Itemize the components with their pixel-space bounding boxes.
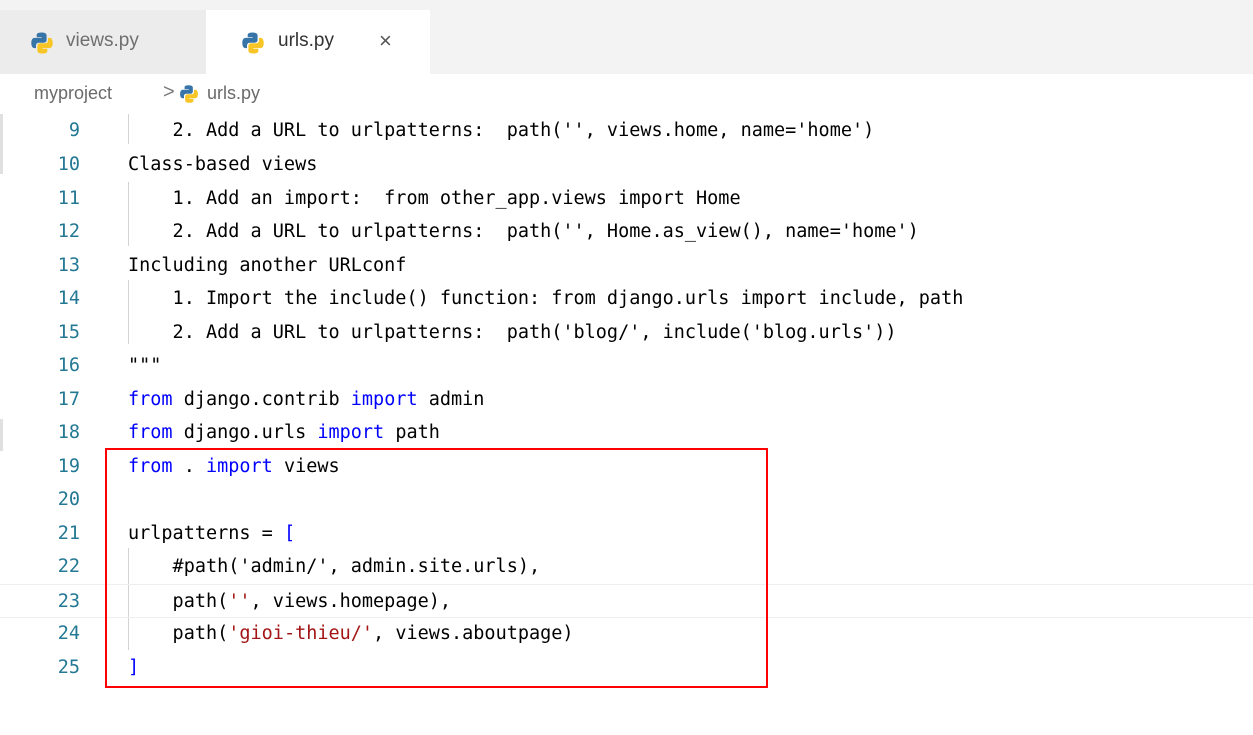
line-number: 10	[57, 154, 80, 175]
python-file-icon	[180, 85, 198, 103]
line-number: 14	[57, 288, 80, 309]
keyword-token: from	[128, 389, 173, 410]
code-line: 15 2. Add a URL to urlpatterns: path('bl…	[0, 316, 1253, 350]
line-number: 25	[57, 657, 80, 678]
tab-urls-py[interactable]: urls.py ×	[206, 10, 430, 74]
keyword-token: import	[317, 422, 385, 443]
line-text: Including another URLconf	[128, 255, 407, 276]
line-text: from django.contrib import admin	[128, 389, 484, 410]
tab-label: urls.py	[278, 30, 334, 51]
line-number: 17	[57, 389, 80, 410]
line-text: 2. Add a URL to urlpatterns: path('', Ho…	[128, 221, 919, 242]
highlight-annotation-box	[105, 448, 768, 688]
line-number: 23	[57, 591, 80, 612]
code-token: admin	[417, 389, 485, 410]
code-line: 18 from django.urls import path	[0, 416, 1253, 450]
keyword-token: import	[350, 389, 418, 410]
python-file-icon	[31, 32, 53, 54]
breadcrumb-file[interactable]: urls.py	[207, 83, 260, 104]
code-token: path	[384, 422, 440, 443]
line-number: 18	[57, 422, 80, 443]
tab-views-py[interactable]: views.py	[0, 10, 206, 74]
close-icon[interactable]: ×	[379, 28, 392, 54]
line-text: """	[128, 355, 162, 376]
line-number: 21	[57, 523, 80, 544]
line-number: 9	[68, 120, 80, 141]
code-line: 9 2. Add a URL to urlpatterns: path('', …	[0, 114, 1253, 148]
line-number: 16	[57, 355, 80, 376]
window-top-strip	[0, 0, 1253, 10]
line-number: 15	[57, 322, 80, 343]
line-number: 12	[57, 221, 80, 242]
line-number: 13	[57, 255, 80, 276]
code-line: 17 from django.contrib import admin	[0, 383, 1253, 417]
breadcrumb-separator: >	[163, 81, 175, 103]
line-text: from django.urls import path	[128, 422, 440, 443]
code-line: 12 2. Add a URL to urlpatterns: path('',…	[0, 215, 1253, 249]
code-line: 10 Class-based views	[0, 148, 1253, 182]
code-token: django.contrib	[172, 389, 351, 410]
breadcrumb: myproject > urls.py	[0, 74, 1253, 114]
line-number: 20	[57, 489, 80, 510]
line-number: 22	[57, 556, 80, 577]
line-text: 2. Add a URL to urlpatterns: path('blog/…	[128, 322, 897, 343]
tab-label: views.py	[66, 30, 139, 51]
line-text: 1. Import the include() function: from d…	[128, 288, 964, 309]
python-file-icon	[242, 32, 264, 54]
line-number: 11	[57, 188, 80, 209]
line-number: 24	[57, 623, 80, 644]
code-line: 14 1. Import the include() function: fro…	[0, 282, 1253, 316]
code-token: django.urls	[172, 422, 318, 443]
code-line: 16 """	[0, 349, 1253, 383]
code-line: 13 Including another URLconf	[0, 249, 1253, 283]
line-text: 1. Add an import: from other_app.views i…	[128, 188, 741, 209]
line-text: 2. Add a URL to urlpatterns: path('', vi…	[128, 120, 875, 141]
tab-bar: views.py urls.py ×	[0, 10, 1253, 74]
line-number: 19	[57, 456, 80, 477]
line-text: Class-based views	[128, 154, 318, 175]
keyword-token: from	[128, 422, 173, 443]
breadcrumb-folder[interactable]: myproject	[34, 83, 112, 104]
code-line: 11 1. Add an import: from other_app.view…	[0, 182, 1253, 216]
